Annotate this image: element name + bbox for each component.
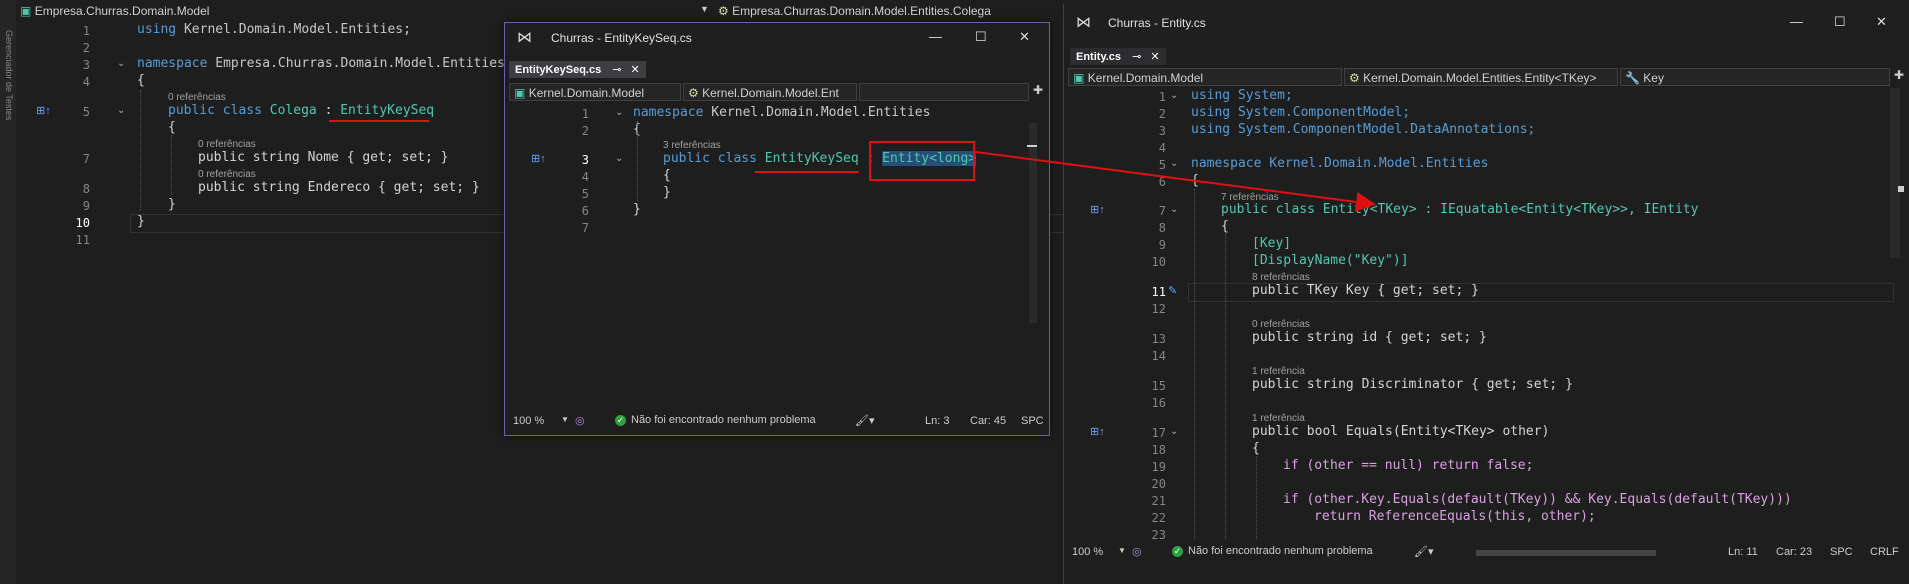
- arrow-line: [975, 151, 1376, 212]
- arrow-annotation: [975, 151, 1376, 212]
